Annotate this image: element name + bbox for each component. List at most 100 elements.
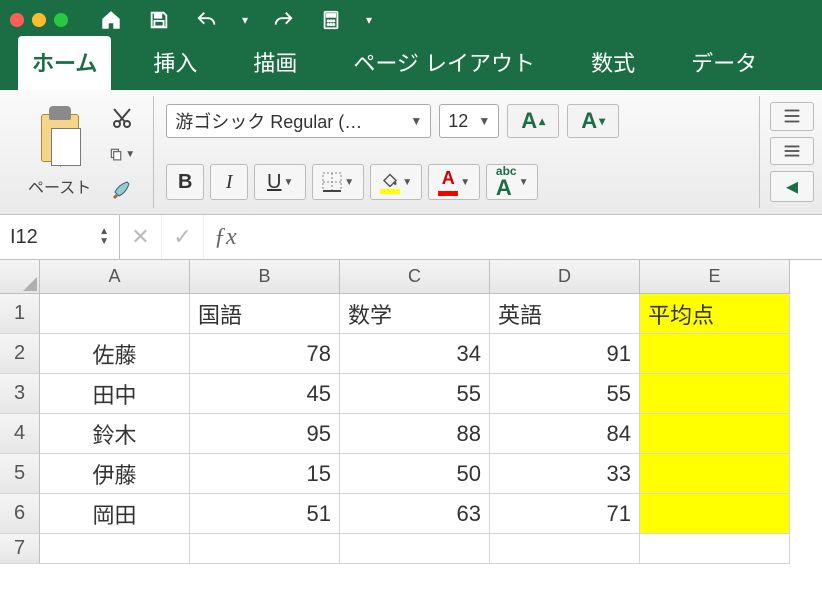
row-header-2[interactable]: 2 — [0, 334, 40, 374]
copy-icon[interactable]: ▼ — [109, 142, 135, 166]
namebox-down-icon[interactable]: ▼ — [99, 237, 109, 247]
cell-B3[interactable]: 45 — [190, 374, 340, 414]
close-icon[interactable] — [10, 13, 24, 27]
col-header-B[interactable]: B — [190, 260, 340, 294]
cell-E3[interactable] — [640, 374, 790, 414]
cell-E7[interactable] — [640, 534, 790, 564]
tab-data[interactable]: データ — [677, 36, 771, 90]
font-name-value: 游ゴシック Regular (… — [175, 108, 362, 134]
formula-bar: I12 ▲ ▼ ✕ ✓ ƒx — [0, 215, 822, 260]
italic-button[interactable]: I — [210, 164, 248, 200]
qat-more-icon[interactable]: ▾ — [364, 13, 374, 27]
redo-icon[interactable] — [268, 5, 298, 35]
clipboard-icon — [33, 106, 87, 159]
name-box[interactable]: I12 ▲ ▼ — [0, 215, 120, 259]
undo-icon[interactable] — [192, 5, 222, 35]
paste-split-button[interactable]: ▼ ペースト — [18, 100, 101, 204]
cell-E4[interactable] — [640, 414, 790, 454]
cell-A2[interactable]: 佐藤 — [40, 334, 190, 374]
cell-A5[interactable]: 伊藤 — [40, 454, 190, 494]
row-header-5[interactable]: 5 — [0, 454, 40, 494]
col-header-A[interactable]: A — [40, 260, 190, 294]
align-group-button[interactable] — [770, 102, 814, 131]
col-header-C[interactable]: C — [340, 260, 490, 294]
cell-C7[interactable] — [340, 534, 490, 564]
font-name-combo[interactable]: 游ゴシック Regular (… ▼ — [166, 104, 431, 138]
cell-B6[interactable]: 51 — [190, 494, 340, 534]
cell-C5[interactable]: 50 — [340, 454, 490, 494]
cell-C2[interactable]: 34 — [340, 334, 490, 374]
tab-formulas[interactable]: 数式 — [577, 36, 649, 90]
bold-button[interactable]: B — [166, 164, 204, 200]
cell-E5[interactable] — [640, 454, 790, 494]
chevron-down-icon[interactable]: ▼ — [125, 149, 135, 160]
home-icon[interactable] — [96, 5, 126, 35]
underline-button[interactable]: U▼ — [254, 164, 306, 200]
more-options-button[interactable] — [770, 137, 814, 166]
cut-icon[interactable] — [109, 106, 135, 130]
row-header-1[interactable]: 1 — [0, 294, 40, 334]
cell-D3[interactable]: 55 — [490, 374, 640, 414]
phonetic-guide-button[interactable]: abcA ▼ — [486, 164, 538, 200]
borders-button[interactable]: ▼ — [312, 164, 364, 200]
tab-draw[interactable]: 描画 — [239, 36, 311, 90]
cell-A4[interactable]: 鈴木 — [40, 414, 190, 454]
fx-icon[interactable]: ƒx — [204, 224, 247, 251]
select-all-corner[interactable] — [0, 260, 40, 294]
font-color-swatch — [438, 191, 458, 196]
save-icon[interactable] — [144, 5, 174, 35]
cell-A6[interactable]: 岡田 — [40, 494, 190, 534]
font-size-combo[interactable]: 12 ▼ — [439, 104, 499, 138]
cell-A3[interactable]: 田中 — [40, 374, 190, 414]
tab-home[interactable]: ホーム — [18, 36, 111, 90]
cell-C1[interactable]: 数学 — [340, 294, 490, 334]
phonetic-bottom: A — [496, 177, 517, 199]
tab-page-layout[interactable]: ページ レイアウト — [339, 36, 549, 90]
formula-input[interactable] — [247, 215, 822, 259]
cell-A7[interactable] — [40, 534, 190, 564]
row-header-4[interactable]: 4 — [0, 414, 40, 454]
cell-B5[interactable]: 15 — [190, 454, 340, 494]
back-icon[interactable]: ◂ — [770, 171, 814, 202]
cell-B4[interactable]: 95 — [190, 414, 340, 454]
ribbon: ▼ ペースト ▼ 游ゴシック Regular (… ▼ 12 — [0, 90, 822, 215]
cell-D7[interactable] — [490, 534, 640, 564]
shrink-font-button[interactable]: A▾ — [567, 104, 619, 138]
cell-C3[interactable]: 55 — [340, 374, 490, 414]
cell-D2[interactable]: 91 — [490, 334, 640, 374]
cell-B1[interactable]: 国語 — [190, 294, 340, 334]
fill-color-swatch — [380, 189, 400, 194]
cell-E1[interactable]: 平均点 — [640, 294, 790, 334]
col-header-E[interactable]: E — [640, 260, 790, 294]
cell-B2[interactable]: 78 — [190, 334, 340, 374]
cell-D4[interactable]: 84 — [490, 414, 640, 454]
cell-C6[interactable]: 63 — [340, 494, 490, 534]
format-painter-icon[interactable] — [109, 178, 135, 202]
accept-formula-icon[interactable]: ✓ — [162, 215, 204, 259]
spreadsheet-grid: A B C D E 1 国語 数学 英語 平均点 2 佐藤 78 34 91 3… — [0, 260, 822, 564]
zoom-icon[interactable] — [54, 13, 68, 27]
tab-insert[interactable]: 挿入 — [139, 36, 211, 90]
cell-D5[interactable]: 33 — [490, 454, 640, 494]
chevron-down-icon[interactable]: ▼ — [472, 114, 490, 128]
titlebar: ▾ ▾ — [0, 0, 822, 40]
cell-C4[interactable]: 88 — [340, 414, 490, 454]
calculator-icon[interactable] — [316, 5, 346, 35]
cell-D6[interactable]: 71 — [490, 494, 640, 534]
font-color-button[interactable]: A ▼ — [428, 164, 480, 200]
cell-B7[interactable] — [190, 534, 340, 564]
row-header-3[interactable]: 3 — [0, 374, 40, 414]
cell-E6[interactable] — [640, 494, 790, 534]
cell-A1[interactable] — [40, 294, 190, 334]
grow-font-button[interactable]: A▴ — [507, 104, 559, 138]
qat-dropdown-icon[interactable]: ▾ — [240, 13, 250, 27]
col-header-D[interactable]: D — [490, 260, 640, 294]
minimize-icon[interactable] — [32, 13, 46, 27]
row-header-7[interactable]: 7 — [0, 534, 40, 564]
cell-D1[interactable]: 英語 — [490, 294, 640, 334]
cancel-formula-icon[interactable]: ✕ — [120, 215, 162, 259]
chevron-down-icon[interactable]: ▼ — [404, 114, 422, 128]
fill-color-button[interactable]: ▼ — [370, 164, 422, 200]
row-header-6[interactable]: 6 — [0, 494, 40, 534]
cell-E2[interactable] — [640, 334, 790, 374]
